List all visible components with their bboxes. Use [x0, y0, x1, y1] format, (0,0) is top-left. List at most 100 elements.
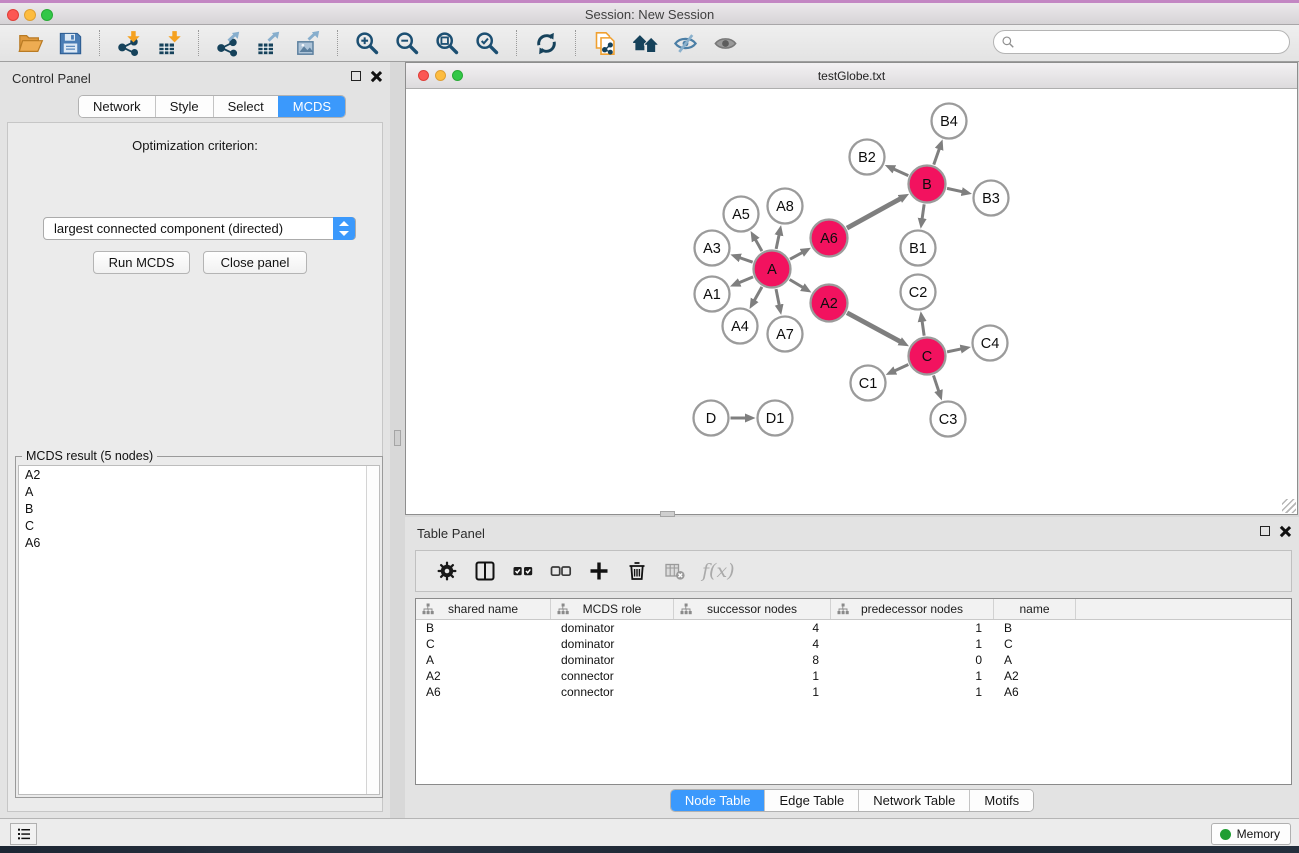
column-header-name[interactable]: name: [994, 599, 1076, 619]
column-header-shared-name[interactable]: shared name: [416, 599, 551, 619]
show-task-history-button[interactable]: [10, 823, 37, 845]
tab-network[interactable]: Network: [79, 96, 155, 117]
close-panel-button[interactable]: Close panel: [203, 251, 307, 274]
tab-select[interactable]: Select: [213, 96, 278, 117]
import-table-icon[interactable]: [152, 27, 186, 59]
table-row[interactable]: A6connector11A6: [416, 684, 1291, 700]
save-session-icon[interactable]: [53, 27, 87, 59]
tab-edge-table[interactable]: Edge Table: [764, 790, 858, 811]
desktop-background: [0, 846, 1299, 853]
mcds-result-item[interactable]: B: [19, 500, 379, 517]
zoom-selected-icon[interactable]: [470, 27, 504, 59]
graph-edge-B-B4[interactable]: [934, 149, 940, 165]
table-cell: A6: [416, 684, 551, 700]
graph-edge-A-A7[interactable]: [776, 289, 779, 305]
table-panel: Table Panel f(x) shared nameMCDS rol: [405, 517, 1299, 818]
graph-node-label: B1: [909, 241, 927, 257]
zoom-fit-icon[interactable]: [430, 27, 464, 59]
close-panel-icon[interactable]: [370, 70, 382, 82]
tab-style[interactable]: Style: [155, 96, 213, 117]
close-table-panel-icon[interactable]: [1279, 525, 1291, 537]
float-table-panel-icon[interactable]: [1260, 526, 1270, 536]
function-builder-icon[interactable]: f(x): [702, 560, 735, 582]
graph-edge-A-A3[interactable]: [740, 258, 753, 262]
graph-edge-C-C2[interactable]: [922, 321, 924, 335]
graph-node-label: A8: [776, 199, 794, 215]
dropdown-stepper-icon[interactable]: [333, 217, 355, 240]
table-cell: B: [994, 620, 1076, 636]
table-cell: 1: [831, 636, 994, 652]
table-cell: connector: [551, 668, 674, 684]
graph-edge-C-C1[interactable]: [895, 365, 909, 371]
refresh-layout-icon[interactable]: [529, 27, 563, 59]
search-field[interactable]: [993, 30, 1290, 54]
select-all-rows-icon[interactable]: [506, 554, 540, 588]
table-cell: 1: [674, 684, 831, 700]
graph-node-label: C1: [859, 376, 878, 392]
graph-node-label: B3: [982, 191, 1000, 207]
run-mcds-button[interactable]: Run MCDS: [93, 251, 190, 274]
mcds-result-title: MCDS result (5 nodes): [22, 449, 157, 463]
graph-edge-B-B2[interactable]: [894, 169, 908, 175]
export-network-icon[interactable]: [211, 27, 245, 59]
zoom-in-icon[interactable]: [350, 27, 384, 59]
float-panel-icon[interactable]: [351, 71, 361, 81]
network-window-titlebar[interactable]: testGlobe.txt: [406, 63, 1297, 89]
graph-edge-C-C4[interactable]: [947, 349, 961, 352]
mcds-result-item[interactable]: C: [19, 517, 379, 534]
column-header-successor-nodes[interactable]: successor nodes: [674, 599, 831, 619]
table-row[interactable]: Adominator80A: [416, 652, 1291, 668]
graph-edge-A-A5[interactable]: [755, 240, 761, 251]
tab-network-table[interactable]: Network Table: [858, 790, 969, 811]
graph-node-label: D: [706, 411, 716, 427]
network-canvas[interactable]: AA1A2A3A4A5A6A7A8BB1B2B3B4CC1C2C3C4DD1: [406, 89, 1297, 514]
tab-mcds[interactable]: MCDS: [278, 96, 345, 117]
memory-button[interactable]: Memory: [1211, 823, 1291, 845]
graph-edge-A-A2[interactable]: [790, 280, 803, 288]
zoom-out-icon[interactable]: [390, 27, 424, 59]
column-header-MCDS-role[interactable]: MCDS role: [551, 599, 674, 619]
graph-node-label: A1: [703, 287, 721, 303]
graph-edge-A6-B[interactable]: [847, 199, 900, 228]
scrollbar-track[interactable]: [366, 466, 379, 794]
show-columns-icon[interactable]: [468, 554, 502, 588]
table-cell: A2: [994, 668, 1076, 684]
export-table-icon[interactable]: [251, 27, 285, 59]
table-row[interactable]: Bdominator41B: [416, 620, 1291, 636]
graph-edge-B-B3[interactable]: [947, 188, 962, 191]
tab-node-table[interactable]: Node Table: [671, 790, 765, 811]
import-network-icon[interactable]: [112, 27, 146, 59]
mcds-result-item[interactable]: A: [19, 483, 379, 500]
home-icon[interactable]: [628, 27, 662, 59]
hide-graphics-details-icon[interactable]: [668, 27, 702, 59]
optimization-criterion-dropdown[interactable]: largest connected component (directed): [43, 217, 356, 240]
graph-edge-C-C3[interactable]: [933, 375, 938, 391]
delete-table-icon[interactable]: [658, 554, 692, 588]
graph-edge-A-A8[interactable]: [776, 235, 779, 249]
graph-edge-A-A6[interactable]: [790, 253, 802, 260]
tab-motifs[interactable]: Motifs: [969, 790, 1033, 811]
graph-edge-A-A4[interactable]: [754, 287, 762, 300]
column-header-predecessor-nodes[interactable]: predecessor nodes: [831, 599, 994, 619]
splitter-handle-vertical[interactable]: [394, 430, 401, 446]
export-image-icon[interactable]: [291, 27, 325, 59]
search-input[interactable]: [1015, 32, 1289, 52]
table-row[interactable]: A2connector11A2: [416, 668, 1291, 684]
mcds-result-item[interactable]: A2: [19, 466, 379, 483]
graph-edge-A-A1[interactable]: [739, 277, 753, 283]
table-cell: dominator: [551, 652, 674, 668]
open-folder-icon[interactable]: [13, 27, 47, 59]
window-resize-grip[interactable]: [1282, 499, 1296, 513]
table-row[interactable]: Cdominator41C: [416, 636, 1291, 652]
show-graphics-details-icon[interactable]: [708, 27, 742, 59]
table-cell: 1: [674, 668, 831, 684]
graph-edge-B-B1[interactable]: [922, 204, 924, 218]
delete-column-icon[interactable]: [620, 554, 654, 588]
graph-edge-A2-C[interactable]: [847, 313, 900, 342]
add-column-icon[interactable]: [582, 554, 616, 588]
deselect-all-rows-icon[interactable]: [544, 554, 578, 588]
mcds-result-item[interactable]: A6: [19, 534, 379, 551]
table-cell: dominator: [551, 636, 674, 652]
network-document-icon[interactable]: [588, 27, 622, 59]
settings-gear-icon[interactable]: [430, 554, 464, 588]
